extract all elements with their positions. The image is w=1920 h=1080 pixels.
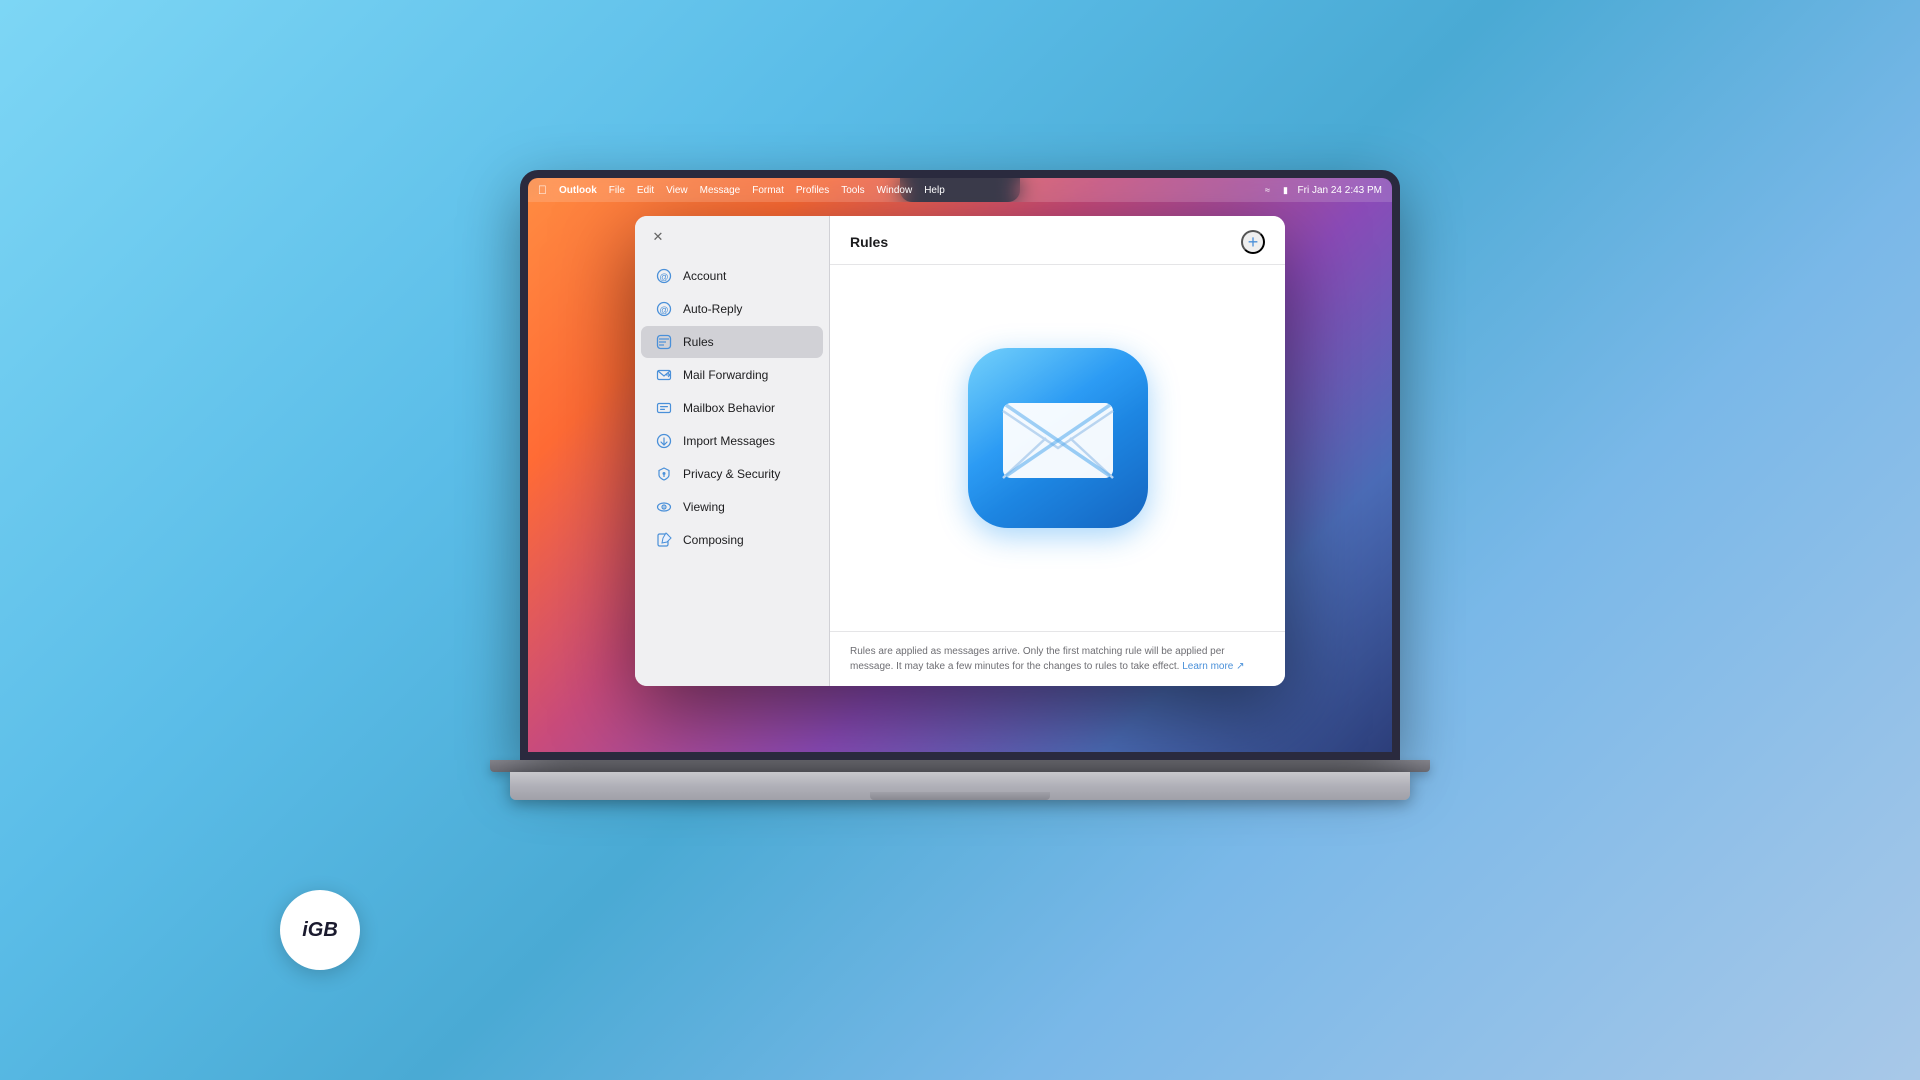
sidebar: ✕ @ Account [635,216,830,686]
sidebar-item-composing[interactable]: Composing [641,524,823,556]
sidebar-item-auto-reply[interactable]: @ Auto-Reply [641,293,823,325]
privacy-security-label: Privacy & Security [683,467,780,481]
main-footer: Rules are applied as messages arrive. On… [830,631,1285,686]
add-rule-button[interactable]: + [1241,230,1265,254]
viewing-icon [655,498,673,516]
mail-forwarding-label: Mail Forwarding [683,368,768,382]
auto-reply-label: Auto-Reply [683,302,742,316]
app-name-menu[interactable]: Outlook [559,185,597,196]
menu-edit[interactable]: Edit [637,185,654,196]
menu-bar:  Outlook File Edit View Message Format … [528,178,1392,202]
menu-view[interactable]: View [666,185,688,196]
sidebar-item-import-messages[interactable]: Import Messages [641,425,823,457]
account-icon: @ [655,267,673,285]
footer-description: Rules are applied as messages arrive. On… [850,646,1225,672]
composing-label: Composing [683,533,744,547]
battery-icon: ▮ [1280,184,1292,196]
learn-more-link[interactable]: Learn more ↗ [1182,661,1244,672]
import-messages-label: Import Messages [683,434,775,448]
svg-text:@: @ [659,272,668,282]
privacy-security-icon [655,465,673,483]
mailbox-behavior-label: Mailbox Behavior [683,401,775,415]
mail-app-icon [968,348,1148,528]
menu-window[interactable]: Window [877,185,913,196]
macbook-screen:  Outlook File Edit View Message Format … [520,170,1400,760]
datetime-display: Fri Jan 24 2:43 PM [1298,185,1382,196]
sidebar-item-account[interactable]: @ Account [641,260,823,292]
igb-badge: iGB [280,890,360,970]
sidebar-item-mailbox-behavior[interactable]: Mailbox Behavior [641,392,823,424]
menu-help[interactable]: Help [924,185,945,196]
main-content: Rules + [830,216,1285,686]
main-header: Rules + [830,216,1285,265]
macbook-hinge [490,760,1430,772]
rules-label: Rules [683,335,714,349]
macbook-base [510,772,1410,800]
menu-file[interactable]: File [609,185,625,196]
menu-tools[interactable]: Tools [841,185,864,196]
svg-text:@: @ [659,305,668,315]
sidebar-item-privacy-security[interactable]: Privacy & Security [641,458,823,490]
menu-format[interactable]: Format [752,185,784,196]
macbook-wrapper:  Outlook File Edit View Message Format … [480,170,1440,910]
import-messages-icon [655,432,673,450]
account-label: Account [683,269,726,283]
igb-label: iGB [302,919,338,942]
sidebar-item-viewing[interactable]: Viewing [641,491,823,523]
viewing-label: Viewing [683,500,725,514]
envelope-svg [998,393,1118,483]
composing-icon [655,531,673,549]
close-button[interactable]: ✕ [649,228,667,246]
settings-dialog: ✕ @ Account [635,216,1285,686]
menu-profiles[interactable]: Profiles [796,185,829,196]
sidebar-item-mail-forwarding[interactable]: Mail Forwarding [641,359,823,391]
dialog-title: Rules [850,234,888,250]
sidebar-item-rules[interactable]: Rules [641,326,823,358]
rules-icon [655,333,673,351]
main-body [830,265,1285,631]
wifi-icon: ≈ [1262,184,1274,196]
mail-forwarding-icon [655,366,673,384]
auto-reply-icon: @ [655,300,673,318]
screen-content:  Outlook File Edit View Message Format … [528,178,1392,752]
menu-message[interactable]: Message [700,185,741,196]
apple-logo-icon[interactable]:  [538,183,547,197]
mailbox-behavior-icon [655,399,673,417]
